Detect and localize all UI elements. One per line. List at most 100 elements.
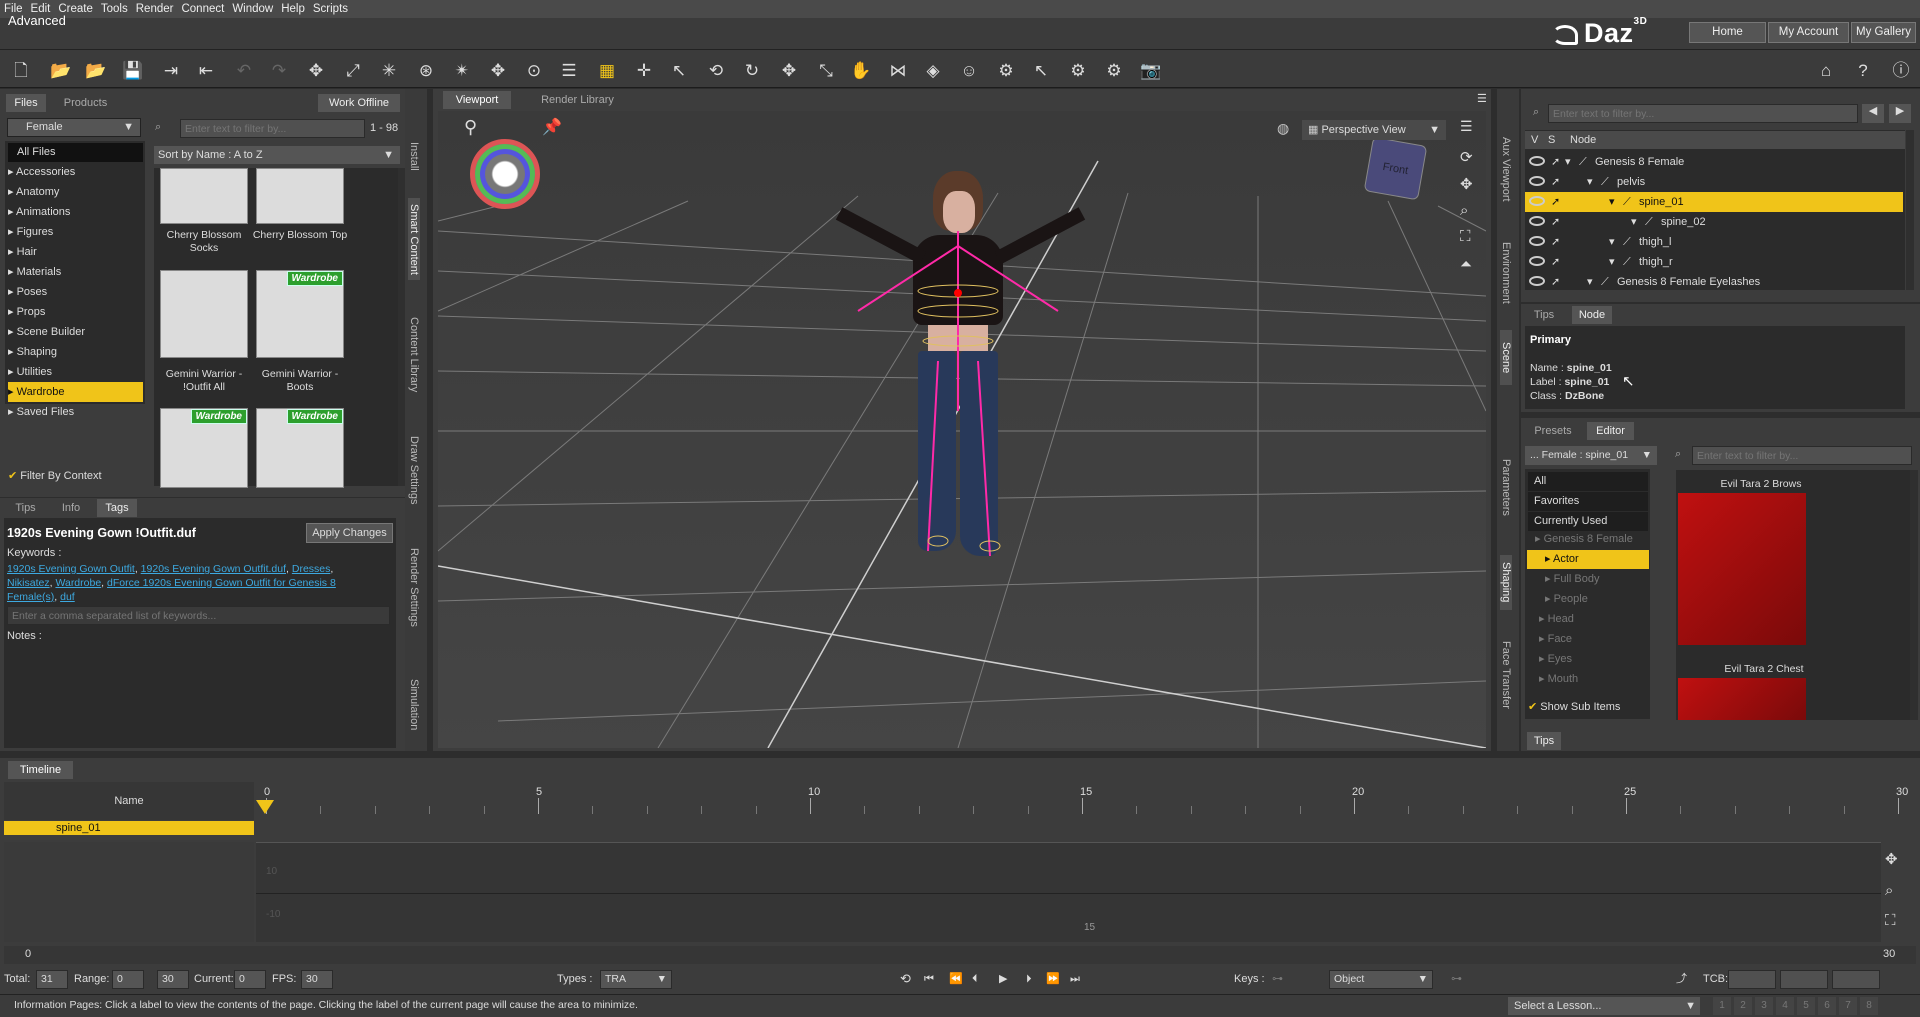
select-arrow-icon[interactable]: ➚ [1551,272,1560,292]
category-item[interactable]: ▸ Poses [8,282,143,302]
product-thumbnail[interactable]: Wardrobe [256,408,344,488]
import-icon[interactable]: ⇥ [160,60,182,82]
translate-tool-icon[interactable]: ✥ [778,60,800,82]
scale-tool-icon[interactable]: ⤡ [815,60,837,82]
morph-tool-icon[interactable]: ◈ [922,60,944,82]
keyword-link[interactable]: Wardrobe [55,577,101,589]
add-key-icon[interactable]: ⊶ [1272,970,1283,988]
shaping-tree-item[interactable]: ▸ Actor [1527,550,1649,569]
sphere-icon[interactable]: ◍ [1277,120,1289,137]
page-button[interactable]: 7 [1839,997,1857,1015]
pose-tool-icon[interactable]: ✋ [850,60,872,82]
shaping-tree-item[interactable]: ▸ Full Body [1527,570,1649,589]
category-item[interactable]: ▸ Shaping [8,342,143,362]
tree-arrow-icon[interactable]: ▾ [1609,192,1615,212]
visibility-eye-icon[interactable] [1529,236,1545,246]
vtab-aux-viewport[interactable]: Aux Viewport [1500,130,1512,208]
save-icon[interactable]: 💾 [122,60,144,82]
loop-icon[interactable]: ⟲ [900,970,911,988]
menu-window[interactable]: Window [228,3,277,15]
vtab-shaping[interactable]: Shaping [1500,555,1512,610]
shaping-tree-item[interactable]: ▸ Face [1527,630,1649,649]
rotation-gizmo-icon[interactable] [470,139,540,209]
tab-tags[interactable]: Tags [97,499,137,517]
key-nav-icon[interactable]: ⊶ [1451,970,1462,988]
page-button[interactable]: 8 [1860,997,1878,1015]
category-item[interactable]: ▸ Props [8,302,143,322]
rotate-view-icon[interactable]: ⟲ [705,60,727,82]
tcb-continuity-field[interactable] [1780,970,1828,989]
my-account-button[interactable]: My Account [1768,22,1849,43]
curve-graph[interactable] [256,842,1881,942]
total-field[interactable]: 31 [36,970,68,989]
current-field[interactable]: 0 [234,970,266,989]
page-button[interactable]: 4 [1776,997,1794,1015]
vtab-install[interactable]: Install [408,126,420,186]
category-item[interactable]: ▸ Animations [8,202,143,222]
figure-tool-icon[interactable]: ✥ [305,60,327,82]
align-tool-icon[interactable]: ☰ [558,60,580,82]
tree-arrow-icon[interactable]: ▾ [1565,152,1571,172]
product-thumbnail[interactable] [160,270,248,358]
keyword-link[interactable]: Dresses [292,563,331,575]
page-button[interactable]: 6 [1818,997,1836,1015]
graph-zoom-icon[interactable]: ⌕ [1885,882,1893,899]
scene-node-row[interactable]: ➚ ▾ ⟋ pelvis [1525,172,1903,192]
product-thumbnail[interactable]: Wardrobe [256,270,344,358]
gear-icon[interactable]: ⚙ [1067,60,1089,82]
last-frame-icon[interactable]: ⏭ [1070,970,1080,988]
undo-icon[interactable]: ↶ [233,60,255,82]
card-evil-tara-chest[interactable] [1678,678,1806,720]
cursor-settings-icon[interactable]: ↖ [1030,60,1052,82]
universal-tool-icon[interactable]: ⊛ [415,60,437,82]
keyword-link[interactable]: 1920s Evening Gown Outfit [7,563,135,575]
panel-menu-icon[interactable]: ☰ [1477,92,1487,105]
category-item[interactable]: ▸ Materials [8,262,143,282]
scene-scrollbar[interactable] [1906,130,1914,290]
scene-node-row[interactable]: ➚ ▾ ⟋ spine_02 [1525,212,1903,232]
page-button[interactable]: 5 [1797,997,1815,1015]
vtab-environment[interactable]: Environment [1500,235,1512,310]
graph-pan-icon[interactable]: ✥ [1885,850,1898,868]
vtab-render-settings[interactable]: Render Settings [408,545,420,630]
select-arrow-icon[interactable]: ➚ [1551,152,1560,172]
surface-tool-icon[interactable]: ⊙ [523,60,545,82]
redo-icon[interactable]: ↷ [268,60,290,82]
tree-arrow-icon[interactable]: ▾ [1587,172,1593,192]
keyword-link[interactable]: 1920s Evening Gown Outfit.duf [141,563,286,575]
shaping-tree-item[interactable]: ▸ Eyes [1527,650,1649,669]
camera-icon[interactable]: 📷 [1140,60,1162,82]
visibility-eye-icon[interactable] [1529,156,1545,166]
figure-setup-icon[interactable]: ☺ [958,60,980,82]
menu-render[interactable]: Render [132,3,178,15]
vtab-parameters[interactable]: Parameters [1500,450,1512,525]
vtab-face-transfer[interactable]: Face Transfer [1500,635,1512,715]
select-arrow-icon[interactable]: ➚ [1551,212,1560,232]
product-thumbnail[interactable] [160,168,248,224]
info-icon[interactable]: ⓘ [1890,60,1912,82]
frame-icon[interactable]: ⛶ [1460,228,1471,245]
prev-arrow-icon[interactable]: ◀ [1862,104,1884,123]
shaping-tree-item[interactable]: ▸ Head [1527,610,1649,629]
category-item[interactable]: ▸ Anatomy [8,182,143,202]
work-offline-button[interactable]: Work Offline [318,94,400,112]
all-files-item[interactable]: All Files [8,143,143,162]
scene-node-row[interactable]: ➚ ▾ ⟋ spine_01 [1525,192,1903,212]
viewport-menu-icon[interactable]: ☰ [1460,118,1473,135]
scene-search-input[interactable] [1548,104,1858,123]
shaping-tree-item[interactable]: ▸ People [1527,590,1649,609]
sort-select[interactable]: Sort by Name : A to Z ▼ [154,146,400,164]
tab-viewport[interactable]: Viewport [443,91,511,109]
grid-tool-icon[interactable]: ▦ [596,60,618,82]
lesson-select[interactable]: Select a Lesson... ▼ [1508,997,1700,1015]
tab-presets[interactable]: Presets [1527,422,1579,440]
sparkle-tool-icon[interactable]: ✳ [378,60,400,82]
view-cube[interactable]: Front [1363,136,1428,201]
timeline-track-spine01[interactable]: spine_01 [4,821,254,835]
shaping-tree-item[interactable]: ▸ Mouth [1527,670,1649,689]
geometry-tool-icon[interactable]: ⋈ [887,60,909,82]
curve-icon[interactable]: ⤴ [1676,970,1687,988]
category-item[interactable]: ▸ Saved Files [8,402,143,422]
tab-node[interactable]: Node [1572,306,1612,324]
tree-arrow-icon[interactable]: ▾ [1609,232,1615,252]
